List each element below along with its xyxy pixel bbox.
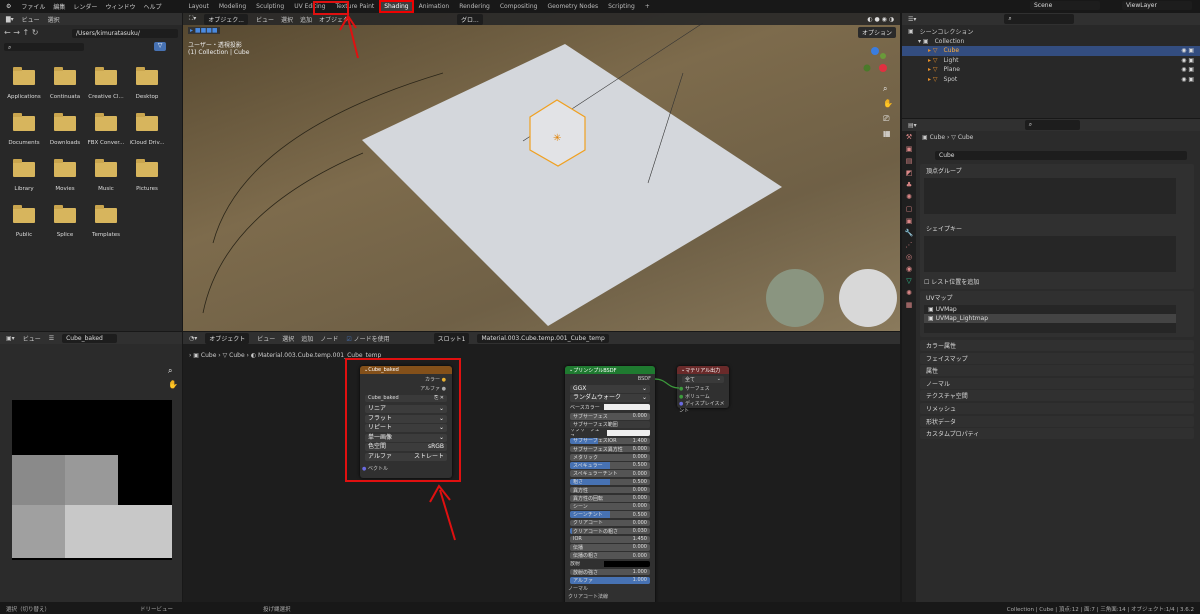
field-value: 0.000 (632, 487, 647, 494)
status-hint-lasso: 投げ縄選択 (263, 606, 291, 613)
field-value: 0.000 (632, 495, 647, 502)
field-label: メタリック (573, 454, 599, 461)
arrow-to-node (429, 484, 456, 541)
bsdf-field[interactable]: サブサーフェス異方性 0.000 (570, 445, 650, 453)
field-value: 0.000 (632, 552, 647, 559)
chevron-icon: ⌄ (438, 433, 444, 441)
field-value: 0.500 (632, 462, 647, 469)
field-value: 0.030 (632, 528, 647, 535)
field-label: 異方性の回転 (573, 495, 604, 502)
field-label: サブサーフェス (573, 413, 608, 420)
colorspace-label: 色空間 (368, 443, 387, 450)
field-label: 放射 (570, 561, 581, 568)
field-value: 0.000 (632, 519, 647, 526)
field-value: 1.000 (632, 569, 647, 576)
bsdf-field[interactable]: サブサーフェスIOR 1.400 (570, 437, 650, 445)
shading-tab-highlight (313, 1, 349, 15)
field-value: 0.500 (632, 511, 647, 518)
field-label: シーン (573, 503, 588, 510)
field-value: 0.000 (632, 470, 647, 477)
field-value: 0.000 (632, 446, 647, 453)
chevron-icon: ⌄ (438, 424, 444, 431)
color-swatch (604, 560, 650, 567)
field-label: クリアコート (573, 520, 604, 527)
alpha-mode-value: ストレート (413, 452, 444, 460)
subsurface-method-label: ランダムウォーク (573, 394, 622, 401)
dropdown-label: フラット (368, 414, 393, 422)
dropdown-label: リニア (368, 405, 387, 412)
chevron-icon: ⌄ (438, 414, 444, 422)
field-value: 1.400 (632, 437, 647, 444)
arrow-to-shading (339, 14, 359, 59)
field-label: サブサーフェスIOR (573, 438, 617, 445)
field-label: 放射の強さ (573, 569, 599, 576)
color-swatch (606, 429, 650, 436)
field-label: 伝播 (573, 544, 584, 551)
alpha-mode-label: アルファ (368, 452, 392, 460)
field-label: サブサーフェス異方性 (573, 446, 623, 453)
field-label: IOR (573, 536, 582, 543)
field-value: 1.000 (632, 577, 647, 584)
field-value: 0.500 (632, 478, 647, 485)
status-hint-dolly: ドリービュー (140, 606, 174, 613)
scene-stats: Collection | Cube | 頂点:12 | 面:7 | 三角面:14… (1006, 606, 1194, 613)
field-value: 0.000 (632, 454, 647, 461)
status-bar: 選択（切り替え） ドリービュー 投げ縄選択 Collection | Cube … (0, 603, 1200, 614)
base-color-field[interactable]: ベースカラー (570, 404, 650, 411)
dropdown-label: サブサーフェス範囲 (573, 421, 618, 428)
bsdf-field[interactable]: クリアコートの粗さ 0.030 (570, 527, 650, 535)
bsdf-field[interactable]: スペキュラーチント 0.000 (570, 470, 650, 477)
field-label: 粗さ (573, 479, 584, 486)
subsurface-color-field[interactable]: サブサーフェス... (570, 429, 650, 436)
dropdown-label: リピート (368, 424, 393, 431)
field-label: サブサーフェス... (570, 429, 600, 436)
field-label: 異方性 (573, 487, 589, 494)
field-value: 0.000 (632, 413, 647, 420)
field-value: 0.000 (632, 544, 647, 551)
chevron-icon: ⌄ (438, 405, 444, 412)
dropdown-label: 単一画像 (368, 433, 393, 441)
field-label: アルファ (573, 577, 593, 584)
status-hint-select: 選択（切り替え） (6, 606, 51, 613)
field-label: スペキュラー (573, 462, 603, 469)
field-value: 0.000 (632, 503, 647, 510)
field-label: 伝播の粗さ (573, 553, 599, 559)
field-value: 1.450 (632, 536, 647, 543)
colorspace-value: sRGB (427, 443, 444, 450)
field-label: シーンチント (573, 512, 603, 518)
field-label: クリアコートの粗さ (573, 528, 619, 535)
field-label: スペキュラーチント (573, 471, 618, 477)
